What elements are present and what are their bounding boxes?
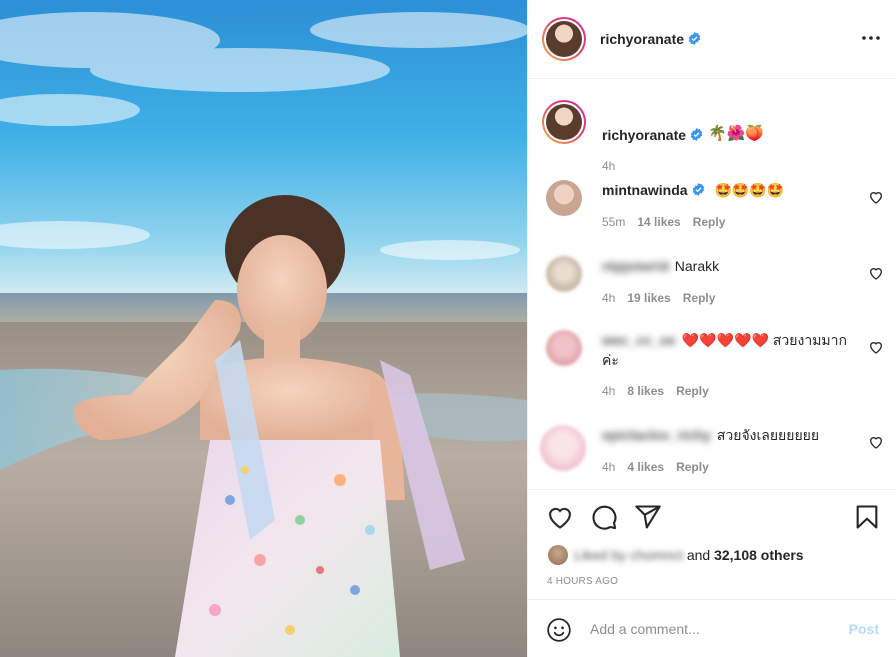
comment-username[interactable]: wec_cc_oe bbox=[602, 332, 676, 348]
likes-summary[interactable]: Liked by chomnct and 32,108 others bbox=[548, 545, 804, 565]
comment-username[interactable]: ntpjstwrid bbox=[602, 258, 669, 274]
liked-by-text: Liked by chomnct bbox=[574, 547, 683, 563]
bookmark-icon[interactable] bbox=[853, 503, 881, 531]
reply-button[interactable]: Reply bbox=[676, 460, 709, 474]
post-actions: Liked by chomnct and 32,108 others 4 HOU… bbox=[528, 489, 896, 599]
post-header: richyoranate bbox=[528, 0, 896, 79]
verified-badge-icon bbox=[692, 183, 704, 196]
comment-avatar[interactable] bbox=[540, 425, 586, 471]
comment-time[interactable]: 4h bbox=[602, 384, 615, 398]
comment-avatar[interactable] bbox=[546, 256, 582, 292]
comment-like-heart-icon[interactable] bbox=[868, 265, 884, 281]
caption-avatar[interactable] bbox=[542, 100, 586, 144]
comment-likes[interactable]: 4 likes bbox=[627, 460, 664, 474]
comment-like-heart-icon[interactable] bbox=[868, 189, 884, 205]
post-comment-button[interactable]: Post bbox=[849, 621, 879, 637]
comment-meta: 55m 14 likes Reply bbox=[602, 215, 737, 229]
post-timestamp[interactable]: 4 HOURS AGO bbox=[547, 576, 618, 587]
reply-button[interactable]: Reply bbox=[683, 291, 716, 305]
comment-time[interactable]: 4h bbox=[602, 291, 615, 305]
heart-icon[interactable] bbox=[546, 503, 574, 531]
post-image bbox=[0, 0, 527, 657]
post-details-panel: richyoranate richyoranate 🌴🌺🍑 4h mintnaw… bbox=[527, 0, 896, 657]
more-options-icon[interactable] bbox=[859, 26, 883, 50]
add-comment-bar: Post bbox=[528, 599, 896, 657]
comments-list[interactable]: richyoranate 🌴🌺🍑 4h mintnawinda 🤩🤩🤩🤩 55m… bbox=[528, 80, 896, 489]
comment-text: 🤩🤩🤩🤩 bbox=[714, 182, 785, 198]
liker-avatar bbox=[548, 545, 568, 565]
comment-time[interactable]: 55m bbox=[602, 215, 625, 229]
author-username[interactable]: richyoranate bbox=[600, 31, 701, 47]
comment-username[interactable]: epiclaclov_richy bbox=[602, 427, 711, 443]
share-icon[interactable] bbox=[634, 503, 662, 531]
likes-others-count[interactable]: 32,108 others bbox=[714, 547, 804, 563]
comment-likes[interactable]: 19 likes bbox=[627, 291, 670, 305]
comment-meta: 4h 4 likes Reply bbox=[602, 460, 721, 474]
caption-text: 🌴🌺🍑 bbox=[708, 125, 765, 142]
comment-input[interactable] bbox=[590, 617, 830, 641]
emoji-icon[interactable] bbox=[546, 617, 572, 643]
comment-meta: 4h 19 likes Reply bbox=[602, 291, 727, 305]
comment-like-heart-icon[interactable] bbox=[868, 434, 884, 450]
caption-username[interactable]: richyoranate bbox=[602, 127, 703, 143]
comment-text: Narakk bbox=[674, 258, 720, 274]
likes-and-text: and bbox=[682, 547, 715, 563]
comment-likes[interactable]: 8 likes bbox=[627, 384, 664, 398]
verified-badge-icon bbox=[690, 128, 703, 141]
comment-avatar[interactable] bbox=[546, 180, 582, 216]
caption-timestamp[interactable]: 4h bbox=[602, 159, 615, 173]
comment-username[interactable]: mintnawinda bbox=[602, 182, 688, 198]
comment-time[interactable]: 4h bbox=[602, 460, 615, 474]
post-photo[interactable] bbox=[0, 0, 527, 657]
comment-icon[interactable] bbox=[590, 503, 618, 531]
comment-likes[interactable]: 14 likes bbox=[637, 215, 680, 229]
reply-button[interactable]: Reply bbox=[676, 384, 709, 398]
reply-button[interactable]: Reply bbox=[693, 215, 726, 229]
comment-avatar[interactable] bbox=[546, 330, 582, 366]
comment-like-heart-icon[interactable] bbox=[868, 339, 884, 355]
comment-meta: 4h 8 likes Reply bbox=[602, 384, 721, 398]
verified-badge-icon bbox=[688, 32, 701, 45]
author-avatar[interactable] bbox=[542, 17, 586, 61]
comment-text: สวยจังเลยยยยยย bbox=[716, 427, 820, 443]
